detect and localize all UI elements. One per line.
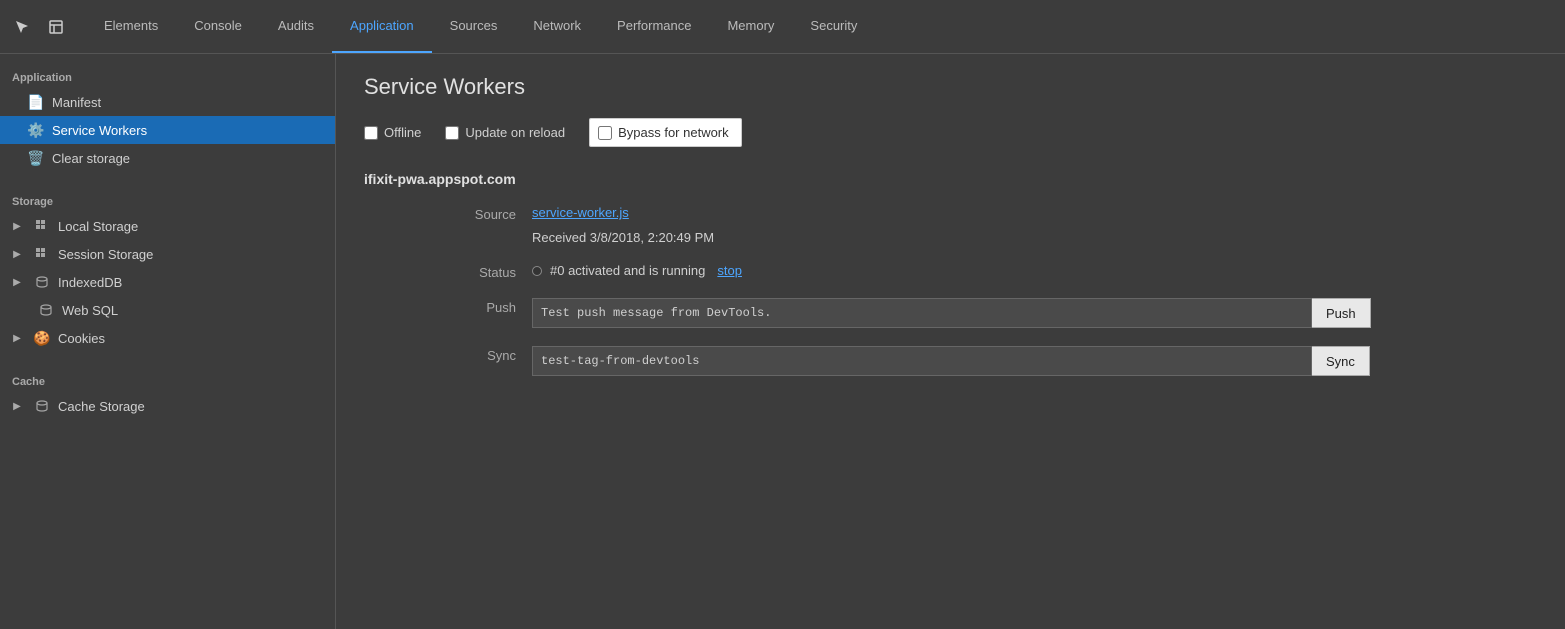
push-button[interactable]: Push	[1312, 298, 1371, 328]
indexeddb-icon	[34, 274, 50, 290]
top-bar: Elements Console Audits Application Sour…	[0, 0, 1565, 54]
status-dot-icon	[532, 266, 542, 276]
sync-input-row: Sync	[532, 346, 1370, 376]
source-row: Source service-worker.js Received 3/8/20…	[444, 205, 1537, 245]
bypass-network-option[interactable]: Bypass for network	[589, 118, 742, 147]
push-input-row: Push	[532, 298, 1371, 328]
sidebar-item-cache-storage-label: Cache Storage	[58, 399, 145, 414]
sync-button[interactable]: Sync	[1312, 346, 1370, 376]
sidebar-item-local-storage[interactable]: ▶ Local Storage	[0, 212, 335, 240]
session-storage-icon	[34, 246, 50, 262]
sidebar-item-service-workers-label: Service Workers	[52, 123, 147, 138]
offline-option[interactable]: Offline	[364, 125, 421, 140]
local-storage-icon	[34, 218, 50, 234]
service-workers-icon: ⚙️	[28, 122, 44, 138]
tab-elements[interactable]: Elements	[86, 0, 176, 53]
offline-label: Offline	[384, 125, 421, 140]
session-storage-arrow-icon: ▶	[12, 249, 22, 259]
tab-performance[interactable]: Performance	[599, 0, 709, 53]
sidebar-item-clear-storage-label: Clear storage	[52, 151, 130, 166]
cache-storage-icon	[34, 398, 50, 414]
sidebar-item-session-storage[interactable]: ▶ Session Storage	[0, 240, 335, 268]
sidebar-item-indexeddb-label: IndexedDB	[58, 275, 122, 290]
tab-list: Elements Console Audits Application Sour…	[86, 0, 875, 53]
tab-network[interactable]: Network	[515, 0, 599, 53]
sidebar-item-web-sql-label: Web SQL	[62, 303, 118, 318]
sidebar-item-cookies-label: Cookies	[58, 331, 105, 346]
web-sql-icon	[38, 302, 54, 318]
status-value: #0 activated and is running stop	[532, 263, 742, 278]
local-storage-arrow-icon: ▶	[12, 221, 22, 231]
sidebar-item-cache-storage[interactable]: ▶ Cache Storage	[0, 392, 335, 420]
sidebar-item-session-storage-label: Session Storage	[58, 247, 153, 262]
tab-security[interactable]: Security	[792, 0, 875, 53]
sidebar-item-manifest-label: Manifest	[52, 95, 101, 110]
sync-label: Sync	[444, 346, 516, 363]
sidebar-item-web-sql[interactable]: Web SQL	[0, 296, 335, 324]
sync-row: Sync Sync	[444, 346, 1537, 376]
tab-memory[interactable]: Memory	[709, 0, 792, 53]
content-area: Service Workers Offline Update on reload…	[336, 54, 1565, 629]
stop-link[interactable]: stop	[717, 263, 742, 278]
sidebar-item-manifest[interactable]: 📄 Manifest	[0, 88, 335, 116]
toolbar-icons	[8, 13, 70, 41]
sidebar-section-application: Application	[0, 62, 335, 88]
push-row: Push Push	[444, 298, 1537, 328]
main-layout: Application 📄 Manifest ⚙️ Service Worker…	[0, 54, 1565, 629]
status-label: Status	[444, 263, 516, 280]
bypass-network-label: Bypass for network	[618, 125, 729, 140]
bypass-network-checkbox[interactable]	[598, 126, 612, 140]
sidebar-item-indexeddb[interactable]: ▶ IndexedDB	[0, 268, 335, 296]
manifest-icon: 📄	[28, 94, 44, 110]
options-row: Offline Update on reload Bypass for netw…	[364, 118, 1537, 147]
update-on-reload-label: Update on reload	[465, 125, 565, 140]
inspect-icon[interactable]	[42, 13, 70, 41]
page-title: Service Workers	[364, 74, 1537, 100]
tab-sources[interactable]: Sources	[432, 0, 516, 53]
sidebar-item-clear-storage[interactable]: 🗑️ Clear storage	[0, 144, 335, 172]
sw-domain: ifixit-pwa.appspot.com	[364, 171, 1537, 187]
sidebar-section-storage: Storage	[0, 186, 335, 212]
source-link[interactable]: service-worker.js	[532, 205, 629, 220]
cookies-arrow-icon: ▶	[12, 333, 22, 343]
cursor-icon[interactable]	[8, 13, 36, 41]
sidebar: Application 📄 Manifest ⚙️ Service Worker…	[0, 54, 336, 629]
cache-storage-arrow-icon: ▶	[12, 401, 22, 411]
tab-application[interactable]: Application	[332, 0, 432, 53]
cookies-icon: 🍪	[34, 330, 50, 346]
sync-input[interactable]	[532, 346, 1312, 376]
tab-audits[interactable]: Audits	[260, 0, 332, 53]
sidebar-item-cookies[interactable]: ▶ 🍪 Cookies	[0, 324, 335, 352]
sidebar-item-service-workers[interactable]: ⚙️ Service Workers	[0, 116, 335, 144]
update-on-reload-checkbox[interactable]	[445, 126, 459, 140]
indexeddb-arrow-icon: ▶	[12, 277, 22, 287]
sidebar-item-local-storage-label: Local Storage	[58, 219, 138, 234]
sw-details: Source service-worker.js Received 3/8/20…	[364, 205, 1537, 376]
update-on-reload-option[interactable]: Update on reload	[445, 125, 565, 140]
received-value: Received 3/8/2018, 2:20:49 PM	[532, 230, 714, 245]
tab-console[interactable]: Console	[176, 0, 260, 53]
push-label: Push	[444, 298, 516, 315]
push-input[interactable]	[532, 298, 1312, 328]
source-label: Source	[444, 205, 516, 222]
offline-checkbox[interactable]	[364, 126, 378, 140]
status-row: Status #0 activated and is running stop	[444, 263, 1537, 280]
sidebar-section-cache: Cache	[0, 366, 335, 392]
clear-storage-icon: 🗑️	[28, 150, 44, 166]
status-text: #0 activated and is running	[550, 263, 705, 278]
